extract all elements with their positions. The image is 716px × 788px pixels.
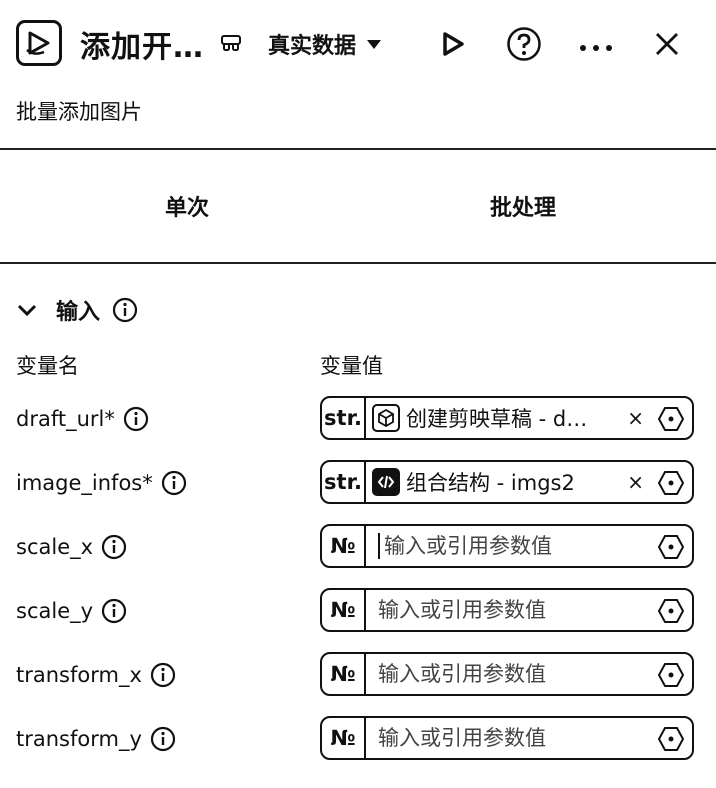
scale-x-input[interactable] <box>382 533 636 559</box>
param-row-scale-x: scale_x № <box>0 524 716 570</box>
panel-header: 添加开… 真实数据 <box>0 0 716 90</box>
param-name: draft_url* <box>16 407 115 431</box>
param-value-field: № <box>320 588 694 632</box>
run-mode-tabs: 单次 批处理 <box>0 150 716 262</box>
run-icon[interactable] <box>440 26 466 66</box>
glasses-icon[interactable] <box>220 32 242 58</box>
variable-picker-icon[interactable] <box>657 534 685 564</box>
node-description: 批量添加图片 <box>16 100 142 124</box>
plugin-logo-icon <box>16 20 62 66</box>
param-name: scale_x <box>16 535 94 559</box>
type-selector[interactable]: str. <box>322 462 366 502</box>
param-row-image-infos: image_infos* str. 组合结构 - imgs2 × <box>0 460 716 506</box>
clear-icon[interactable]: × <box>627 406 644 430</box>
column-header-name: 变量名 <box>16 354 79 378</box>
column-header-value: 变量值 <box>320 354 383 378</box>
param-value-field: № <box>320 524 694 568</box>
param-row-transform-x: transform_x № <box>0 652 716 698</box>
data-mode-dropdown[interactable]: 真实数据 <box>268 28 382 60</box>
param-label: transform_y <box>16 726 176 752</box>
param-label: image_infos* <box>16 470 187 496</box>
node-title[interactable]: 添加开… <box>80 22 204 66</box>
divider <box>0 262 716 264</box>
param-value-field[interactable]: str. 创建剪映草稿 - d… × <box>320 396 694 440</box>
close-icon[interactable] <box>654 31 680 61</box>
param-row-draft-url: draft_url* str. 创建剪映草稿 - d… × <box>0 396 716 442</box>
more-icon[interactable] <box>578 38 614 57</box>
param-label: draft_url* <box>16 406 149 432</box>
transform-x-input[interactable] <box>376 661 630 687</box>
type-selector[interactable]: № <box>322 654 366 694</box>
param-value-field: № <box>320 652 694 696</box>
type-selector[interactable]: № <box>322 590 366 630</box>
input-section-toggle[interactable]: 输入 <box>16 294 138 326</box>
info-icon[interactable] <box>101 598 127 624</box>
cube-icon <box>372 404 400 432</box>
type-selector[interactable]: № <box>322 526 366 566</box>
transform-y-input[interactable] <box>376 725 630 751</box>
text-cursor <box>378 533 380 559</box>
param-row-scale-y: scale_y № <box>0 588 716 634</box>
type-selector[interactable]: str. <box>322 398 366 438</box>
param-label: transform_x <box>16 662 176 688</box>
data-mode-label: 真实数据 <box>268 34 357 59</box>
info-icon[interactable] <box>161 470 187 496</box>
param-name: scale_y <box>16 599 94 623</box>
chevron-down-icon <box>17 304 37 317</box>
variable-picker-icon[interactable] <box>657 470 685 500</box>
variable-picker-icon[interactable] <box>657 726 685 756</box>
variable-picker-icon[interactable] <box>657 598 685 628</box>
info-icon[interactable] <box>101 534 127 560</box>
clear-icon[interactable]: × <box>627 470 644 494</box>
param-name: image_infos* <box>16 471 153 495</box>
code-icon <box>372 468 400 496</box>
tab-batch[interactable]: 批处理 <box>344 150 702 262</box>
param-value-field: № <box>320 716 694 760</box>
info-icon[interactable] <box>112 297 138 323</box>
section-title: 输入 <box>56 300 101 325</box>
param-name: transform_x <box>16 663 142 687</box>
variable-picker-icon[interactable] <box>657 406 685 436</box>
param-name: transform_y <box>16 727 142 751</box>
caret-down-icon <box>367 40 382 49</box>
reference-value: 创建剪映草稿 - d… <box>406 407 588 431</box>
type-selector[interactable]: № <box>322 718 366 758</box>
info-icon[interactable] <box>150 726 176 752</box>
param-label: scale_x <box>16 534 127 560</box>
param-value-field[interactable]: str. 组合结构 - imgs2 × <box>320 460 694 504</box>
info-icon[interactable] <box>123 406 149 432</box>
param-row-transform-y: transform_y № <box>0 716 716 762</box>
reference-value: 组合结构 - imgs2 <box>406 471 575 495</box>
info-icon[interactable] <box>150 662 176 688</box>
tab-single[interactable]: 单次 <box>8 150 366 262</box>
variable-picker-icon[interactable] <box>657 662 685 692</box>
param-label: scale_y <box>16 598 127 624</box>
help-icon[interactable] <box>506 26 542 66</box>
scale-y-input[interactable] <box>376 597 630 623</box>
